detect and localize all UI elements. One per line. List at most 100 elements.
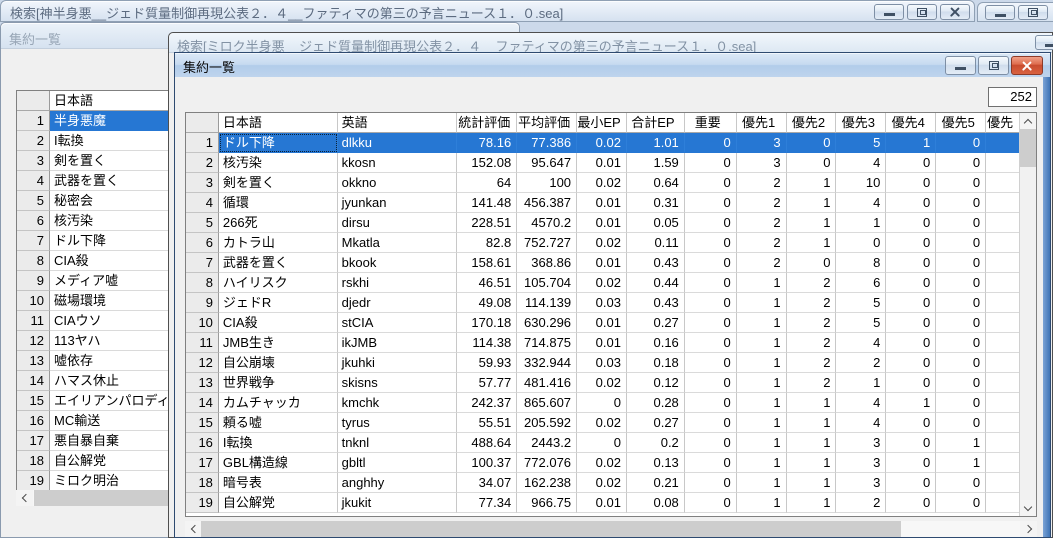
cell-min_ep[interactable]: 0 xyxy=(577,393,627,413)
cell-priority6[interactable] xyxy=(986,233,1019,253)
cell-min_ep[interactable]: 0.03 xyxy=(577,293,627,313)
cell-important[interactable]: 0 xyxy=(685,333,737,353)
cell-stat_eval[interactable]: 242.37 xyxy=(457,393,517,413)
cell-priority6[interactable] xyxy=(986,433,1019,453)
cell-english[interactable]: skisns xyxy=(338,373,458,393)
cell-english[interactable]: anghhy xyxy=(338,473,458,493)
cell-priority3[interactable]: 3 xyxy=(836,473,886,493)
row-number[interactable]: 10 xyxy=(186,313,219,333)
cell-avg_eval[interactable]: 77.386 xyxy=(517,133,577,153)
cell-priority2[interactable]: 1 xyxy=(787,433,837,453)
cell-priority3[interactable]: 1 xyxy=(836,373,886,393)
cell-priority4[interactable]: 0 xyxy=(886,453,936,473)
table-row[interactable]: 8ハイリスクrskhi46.51105.7040.020.44012600 xyxy=(186,273,1019,293)
cell-total_ep[interactable]: 0.2 xyxy=(627,433,685,453)
table-row[interactable]: 11JMB生きikJMB114.38714.8750.010.16012400 xyxy=(186,333,1019,353)
cell-important[interactable]: 0 xyxy=(685,213,737,233)
cell-avg_eval[interactable]: 772.076 xyxy=(517,453,577,473)
cell-min_ep[interactable]: 0.01 xyxy=(577,253,627,273)
column-header-total_ep[interactable]: 合計EP xyxy=(627,113,685,133)
cell-priority6[interactable] xyxy=(986,373,1019,393)
table-row[interactable]: 13世界戦争skisns57.77481.4160.020.12012100 xyxy=(186,373,1019,393)
cell-total_ep[interactable]: 0.16 xyxy=(627,333,685,353)
cell-avg_eval[interactable]: 95.647 xyxy=(517,153,577,173)
cell-priority5[interactable]: 0 xyxy=(936,193,986,213)
main-horizontal-scrollbar[interactable] xyxy=(185,521,1037,537)
column-header-priority6[interactable]: 優先 xyxy=(986,113,1019,133)
cell-priority1[interactable]: 2 xyxy=(737,173,787,193)
cell-english[interactable]: tyrus xyxy=(338,413,458,433)
cell-priority1[interactable]: 1 xyxy=(737,373,787,393)
cell-priority1[interactable]: 1 xyxy=(737,333,787,353)
row-number[interactable]: 17 xyxy=(17,431,50,451)
cell-avg_eval[interactable]: 4570.2 xyxy=(517,213,577,233)
cell-stat_eval[interactable]: 59.93 xyxy=(457,353,517,373)
cell-priority5[interactable]: 0 xyxy=(936,273,986,293)
count-field[interactable]: 252 xyxy=(988,87,1037,107)
cell-english[interactable]: rskhi xyxy=(338,273,458,293)
cell-total_ep[interactable]: 0.08 xyxy=(627,493,685,513)
cell-min_ep[interactable]: 0.02 xyxy=(577,473,627,493)
scrollbar-thumb[interactable] xyxy=(201,521,901,537)
column-header-priority1[interactable]: 優先1 xyxy=(737,113,787,133)
cell-total_ep[interactable]: 0.11 xyxy=(627,233,685,253)
cell-avg_eval[interactable]: 752.727 xyxy=(517,233,577,253)
cell-priority6[interactable] xyxy=(986,133,1019,153)
cell-avg_eval[interactable]: 100 xyxy=(517,173,577,193)
cell-priority2[interactable]: 2 xyxy=(787,373,837,393)
cell-japanese[interactable]: ドル下降 xyxy=(219,133,338,153)
cell-avg_eval[interactable]: 714.875 xyxy=(517,333,577,353)
row-number[interactable]: 11 xyxy=(186,333,219,353)
cell-japanese[interactable]: 循環 xyxy=(219,193,338,213)
cell-priority1[interactable]: 1 xyxy=(737,353,787,373)
cell-avg_eval[interactable]: 2443.2 xyxy=(517,433,577,453)
cell-important[interactable]: 0 xyxy=(685,233,737,253)
cell-priority3[interactable]: 4 xyxy=(836,413,886,433)
minimize-button[interactable] xyxy=(1035,35,1053,50)
cell-priority5[interactable]: 0 xyxy=(936,173,986,193)
column-header-num[interactable] xyxy=(186,113,219,133)
table-row[interactable]: 4循環jyunkan141.48456.3870.010.31021400 xyxy=(186,193,1019,213)
column-header-stat_eval[interactable]: 統計評価 xyxy=(457,113,517,133)
row-number[interactable]: 15 xyxy=(186,413,219,433)
close-button[interactable] xyxy=(940,4,970,20)
cell-english[interactable]: kkosn xyxy=(338,153,458,173)
cell-priority4[interactable]: 0 xyxy=(886,353,936,373)
cell-priority3[interactable]: 4 xyxy=(836,153,886,173)
cell-priority2[interactable]: 1 xyxy=(787,233,837,253)
cell-important[interactable]: 0 xyxy=(685,453,737,473)
cell-min_ep[interactable]: 0.02 xyxy=(577,273,627,293)
row-number[interactable]: 18 xyxy=(17,451,50,471)
table-row[interactable]: 5266死dirsu228.514570.20.010.05021100 xyxy=(186,213,1019,233)
cell-min_ep[interactable]: 0.02 xyxy=(577,233,627,253)
cell-priority2[interactable]: 2 xyxy=(787,273,837,293)
table-row[interactable]: 15頼る嘘tyrus55.51205.5920.020.27011400 xyxy=(186,413,1019,433)
cell-priority3[interactable]: 0 xyxy=(836,233,886,253)
cell-japanese[interactable]: CIA殺 xyxy=(219,313,338,333)
cell-total_ep[interactable]: 0.21 xyxy=(627,473,685,493)
minimize-button[interactable] xyxy=(874,4,904,20)
cell-japanese[interactable]: JMB生き xyxy=(219,333,338,353)
cell-important[interactable]: 0 xyxy=(685,473,737,493)
cell-priority1[interactable]: 1 xyxy=(737,413,787,433)
cell-priority2[interactable]: 1 xyxy=(787,193,837,213)
cell-priority3[interactable]: 10 xyxy=(836,173,886,193)
scroll-left-button[interactable] xyxy=(185,521,202,537)
cell-priority3[interactable]: 4 xyxy=(836,393,886,413)
cell-priority2[interactable]: 0 xyxy=(787,153,837,173)
cell-priority2[interactable]: 1 xyxy=(787,213,837,233)
cell-priority5[interactable]: 0 xyxy=(936,133,986,153)
cell-total_ep[interactable]: 0.05 xyxy=(627,213,685,233)
cell-priority5[interactable]: 1 xyxy=(936,453,986,473)
row-number[interactable]: 5 xyxy=(186,213,219,233)
cell-stat_eval[interactable]: 152.08 xyxy=(457,153,517,173)
cell-important[interactable]: 0 xyxy=(685,393,737,413)
cell-priority2[interactable]: 1 xyxy=(787,473,837,493)
cell-priority1[interactable]: 2 xyxy=(737,233,787,253)
table-row[interactable]: 3剣を置くokkno641000.020.640211000 xyxy=(186,173,1019,193)
cell-priority6[interactable] xyxy=(986,393,1019,413)
scroll-right-button[interactable] xyxy=(1020,521,1037,537)
scroll-up-button[interactable] xyxy=(1020,113,1036,129)
table-row[interactable]: 19自公解党jkukit77.34966.750.010.08011200 xyxy=(186,493,1019,513)
cell-priority3[interactable]: 5 xyxy=(836,293,886,313)
